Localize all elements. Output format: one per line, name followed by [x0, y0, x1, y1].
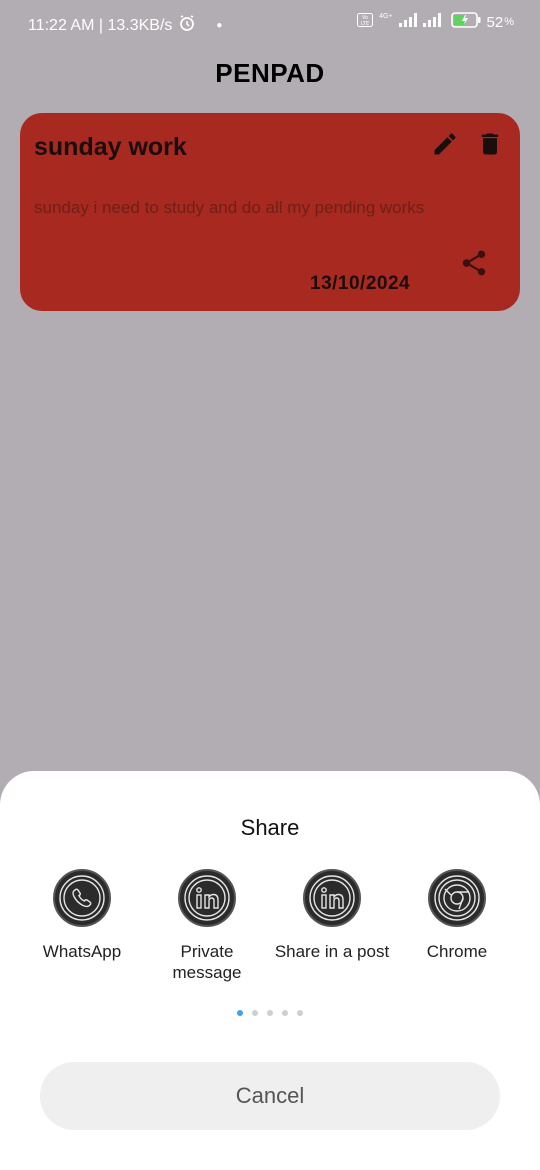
share-sheet-title: Share	[240, 815, 300, 840]
status-left: 11:22 AM | 13.3KB/s ●	[28, 14, 222, 37]
share-target-label: Chrome	[426, 942, 488, 961]
signal-icon	[398, 13, 417, 31]
battery-percent: 52	[486, 13, 504, 31]
delete-button[interactable]	[474, 130, 506, 162]
edit-button[interactable]	[429, 130, 461, 162]
page-dot	[297, 1010, 303, 1016]
share-target-whatsapp[interactable]: WhatsApp	[22, 869, 142, 962]
share-sheet: Share WhatsApp Private message Share in …	[0, 771, 540, 1170]
page-dot	[237, 1010, 243, 1016]
linkedin-icon	[303, 869, 361, 927]
linkedin-icon	[178, 869, 236, 927]
share-target-post[interactable]: Share in a post	[272, 869, 392, 962]
pencil-icon	[431, 130, 459, 163]
trash-icon	[476, 130, 504, 163]
note-body: sunday i need to study and do all my pen…	[34, 198, 425, 217]
chrome-icon	[428, 869, 486, 927]
battery-icon	[450, 12, 481, 32]
share-target-private-message[interactable]: Private message	[147, 869, 267, 983]
network-type-label: 4G+	[379, 12, 393, 20]
share-button[interactable]	[458, 249, 490, 281]
page-dot	[282, 1010, 288, 1016]
share-target-label: Share in a post	[274, 942, 390, 961]
note-card[interactable]: sunday work sunday i need to study and d…	[20, 113, 520, 311]
note-title: sunday work	[34, 133, 187, 161]
notification-dot-icon: ●	[216, 20, 223, 31]
status-time: 11:22 AM | 13.3KB/s	[28, 16, 173, 34]
share-target-label: Private message	[172, 942, 242, 982]
whatsapp-icon	[53, 869, 111, 927]
app-title: PENPAD	[215, 58, 325, 88]
alarm-icon	[178, 14, 196, 37]
page-dot	[267, 1010, 273, 1016]
page-dot	[252, 1010, 258, 1016]
share-target-label: WhatsApp	[42, 942, 122, 961]
svg-text:LTE: LTE	[361, 21, 369, 27]
percent-sign: %	[504, 16, 514, 28]
volte-icon: Vo LTE	[357, 13, 374, 31]
note-date: 13/10/2024	[310, 273, 411, 294]
cancel-button[interactable]: Cancel	[40, 1062, 500, 1130]
share-icon	[459, 248, 489, 283]
share-targets: WhatsApp Private message Share in a post…	[0, 869, 540, 999]
status-right: Vo LTE 4G+ 52 %	[357, 12, 514, 32]
page-indicator	[0, 1010, 540, 1016]
signal-icon-2	[422, 13, 445, 31]
share-target-chrome[interactable]: Chrome	[397, 869, 517, 962]
status-bar: 11:22 AM | 13.3KB/s ● Vo LTE 4G+ 52 %	[0, 0, 540, 48]
